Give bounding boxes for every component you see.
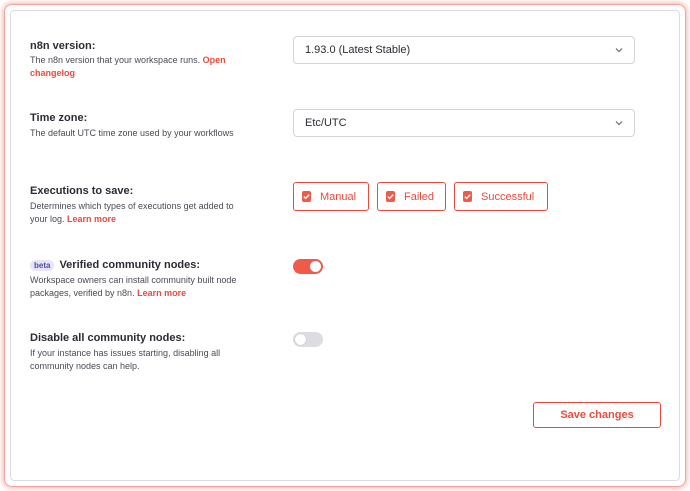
check-icon xyxy=(463,191,472,202)
n8n-version-value: 1.93.0 (Latest Stable) xyxy=(305,44,411,56)
time-zone-label: Time zone: xyxy=(30,112,88,124)
toggle-knob xyxy=(310,261,321,272)
toggle-knob xyxy=(295,334,306,345)
disable-nodes-label: Disable all community nodes: xyxy=(30,332,186,344)
chevron-down-icon xyxy=(615,121,623,126)
failed-checkbox-label: Failed xyxy=(404,190,434,203)
verified-nodes-description: Workspace owners can install community b… xyxy=(30,275,237,298)
manual-checkbox[interactable]: Manual xyxy=(293,182,369,211)
disable-nodes-toggle[interactable] xyxy=(293,332,323,347)
executions-description: Determines which types of executions get… xyxy=(30,201,234,224)
check-icon xyxy=(386,191,395,202)
successful-checkbox[interactable]: Successful xyxy=(454,182,548,211)
n8n-version-select[interactable]: 1.93.0 (Latest Stable) xyxy=(293,36,635,64)
n8n-version-description: The n8n version that your workspace runs… xyxy=(30,55,226,78)
settings-card: n8n version: The n8n version that your w… xyxy=(10,10,680,481)
disable-nodes-description: If your instance has issues starting, di… xyxy=(30,348,221,371)
verified-nodes-learn-more-link[interactable]: Learn more xyxy=(137,288,186,298)
time-zone-select[interactable]: Etc/UTC xyxy=(293,109,635,137)
verified-nodes-toggle[interactable] xyxy=(293,259,323,274)
failed-checkbox[interactable]: Failed xyxy=(377,182,446,211)
executions-label: Executions to save: xyxy=(30,185,134,197)
time-zone-value: Etc/UTC xyxy=(305,117,347,129)
chevron-down-icon xyxy=(615,48,623,53)
check-icon xyxy=(302,191,311,202)
n8n-version-label: n8n version: xyxy=(30,40,96,52)
verified-nodes-label: beta Verified community nodes: xyxy=(30,259,200,271)
executions-checkbox-group: Manual Failed Successful xyxy=(293,182,548,211)
beta-badge: beta xyxy=(30,259,55,271)
time-zone-description: The default UTC time zone used by your w… xyxy=(30,128,234,138)
executions-learn-more-link[interactable]: Learn more xyxy=(67,214,116,224)
save-changes-button[interactable]: Save changes xyxy=(533,402,661,428)
manual-checkbox-label: Manual xyxy=(320,190,357,203)
successful-checkbox-label: Successful xyxy=(481,190,535,203)
